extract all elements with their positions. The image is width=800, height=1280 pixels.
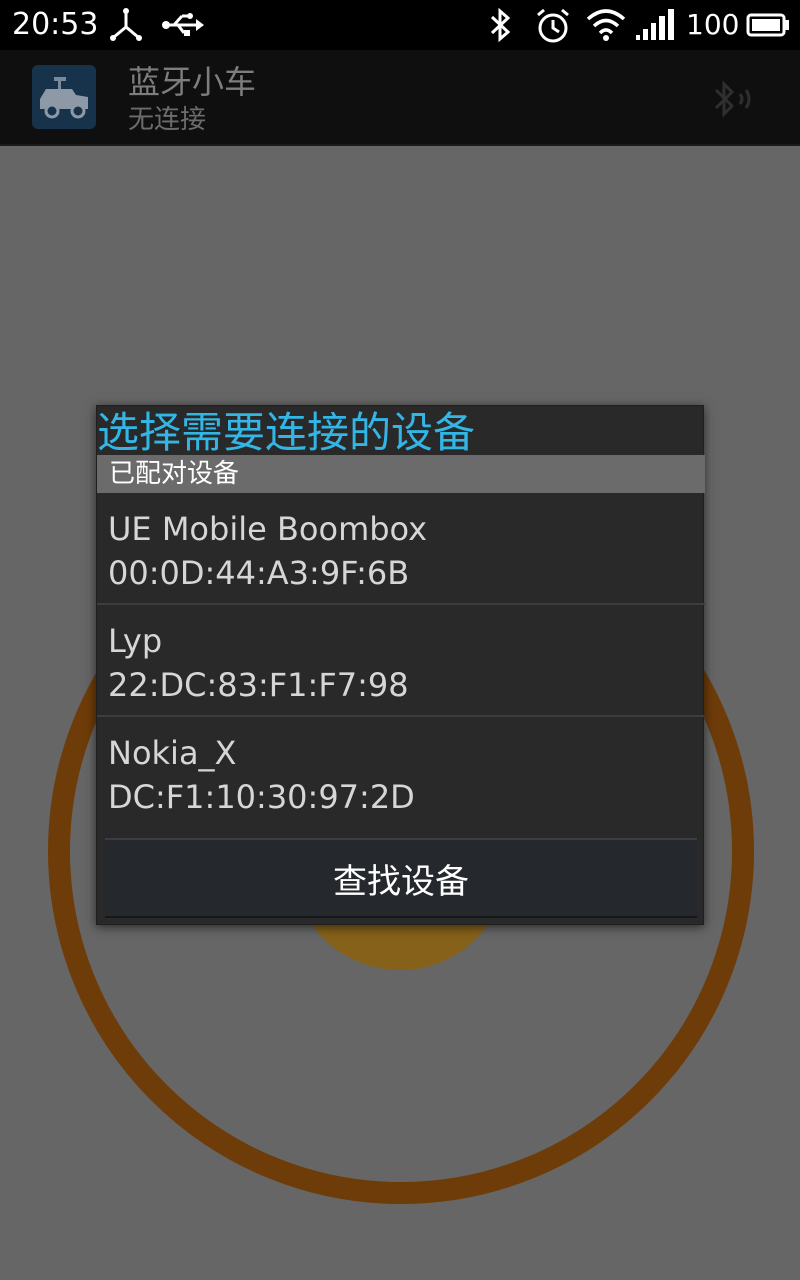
status-bar: 20:53 100 — [0, 0, 800, 50]
device-item[interactable]: Lyp 22:DC:83:F1:F7:98 — [97, 605, 705, 717]
connection-status: 无连接 — [128, 105, 207, 135]
battery-level: 100 — [686, 8, 740, 41]
device-name: Nokia_X — [108, 734, 237, 772]
battery-icon — [746, 13, 789, 37]
device-name: UE Mobile Boombox — [108, 510, 428, 548]
alarm-icon — [537, 8, 569, 43]
action-bar: 蓝牙小车 无连接 — [0, 50, 800, 146]
device-address: DC:F1:10:30:97:2D — [108, 778, 415, 816]
bluetooth-icon — [490, 7, 511, 43]
app-title: 蓝牙小车 — [128, 63, 257, 101]
device-item[interactable]: UE Mobile Boombox 00:0D:44:A3:9F:6B — [97, 493, 705, 605]
signal-icon — [636, 9, 674, 40]
status-time: 20:53 — [12, 7, 99, 42]
device-item[interactable]: Nokia_X DC:F1:10:30:97:2D — [97, 717, 705, 829]
usb-debug-icon — [110, 8, 142, 41]
bluetooth-connect-icon[interactable] — [708, 78, 760, 122]
wifi-icon — [586, 9, 626, 41]
device-address: 00:0D:44:A3:9F:6B — [108, 554, 410, 592]
car-app-icon — [32, 65, 96, 129]
paired-devices-header: 已配对设备 — [97, 455, 705, 493]
dialog-title: 选择需要连接的设备 — [97, 408, 476, 456]
usb-icon — [162, 13, 204, 36]
device-name: Lyp — [108, 622, 163, 660]
device-picker-dialog: 选择需要连接的设备 已配对设备 UE Mobile Boombox 00:0D:… — [96, 405, 705, 925]
device-address: 22:DC:83:F1:F7:98 — [108, 666, 409, 704]
scan-devices-button[interactable]: 查找设备 — [105, 838, 697, 918]
section-header-label: 已配对设备 — [109, 459, 240, 489]
